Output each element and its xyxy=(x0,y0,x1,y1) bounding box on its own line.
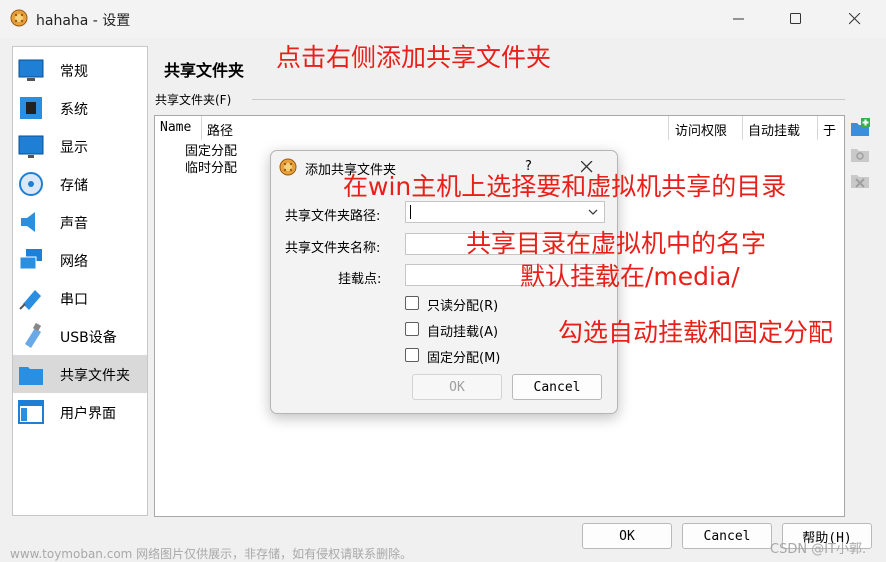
tree-row-transient[interactable]: 临时分配 xyxy=(185,157,237,176)
network-icon xyxy=(19,249,42,270)
settings-sidebar: 常规 系统 显示 存储 声音 网络 串口 USB设备 共享文件夹 用户界面 xyxy=(12,46,148,516)
usb-icon xyxy=(25,322,42,348)
window-title: hahaha - 设置 xyxy=(36,13,131,29)
page-title: 共享文件夹 xyxy=(164,61,245,80)
sidebar-item-general[interactable]: 常规 xyxy=(13,51,147,89)
column-header-access[interactable]: 访问权限 xyxy=(675,120,727,139)
serial-port-icon xyxy=(19,290,41,310)
ok-button[interactable]: OK xyxy=(582,523,672,549)
sidebar-item-system[interactable]: 系统 xyxy=(13,89,147,127)
column-separator xyxy=(817,116,818,140)
speaker-icon xyxy=(21,212,35,232)
window-layout-icon xyxy=(18,400,44,424)
column-header-path[interactable]: 路径 xyxy=(207,120,233,139)
dialog-ok-button[interactable]: OK xyxy=(412,374,502,400)
folder-path-label: 共享文件夹路径: xyxy=(285,209,381,224)
disc-icon xyxy=(19,172,43,196)
annotation-mount-point: 默认挂载在/media/ xyxy=(520,262,740,291)
close-icon xyxy=(849,13,861,25)
folder-path-combobox[interactable] xyxy=(405,201,605,223)
folder-name-label: 共享文件夹名称: xyxy=(285,241,381,256)
sidebar-item-storage[interactable]: 存储 xyxy=(13,165,147,203)
annotation-add-folder: 点击右侧添加共享文件夹 xyxy=(276,43,552,72)
readonly-checkbox[interactable] xyxy=(405,296,419,310)
minimize-icon xyxy=(733,18,744,20)
sidebar-item-label: 共享文件夹 xyxy=(60,368,130,384)
column-separator xyxy=(668,116,669,140)
sidebar-item-user-interface[interactable]: 用户界面 xyxy=(13,393,147,431)
chip-icon xyxy=(20,97,42,119)
text-cursor xyxy=(410,205,411,219)
sidebar-item-label: 网络 xyxy=(60,254,88,270)
automount-checkbox[interactable] xyxy=(405,322,419,336)
readonly-label: 只读分配(R) xyxy=(427,299,499,314)
column-separator xyxy=(742,116,743,140)
group-divider xyxy=(252,99,845,100)
virtualbox-app-icon xyxy=(10,9,28,27)
close-window-button[interactable] xyxy=(832,0,878,38)
annotation-check-options: 勾选自动挂载和固定分配 xyxy=(558,318,834,347)
sidebar-item-network[interactable]: 网络 xyxy=(13,241,147,279)
mount-point-label: 挂载点: xyxy=(338,272,382,287)
add-shared-folder-icon[interactable] xyxy=(849,117,871,139)
annotation-select-host-dir: 在win主机上选择要和虚拟机共享的目录 xyxy=(343,172,787,201)
dialog-cancel-button[interactable]: Cancel xyxy=(512,374,602,400)
folder-icon xyxy=(19,367,43,385)
sidebar-item-shared-folders[interactable]: 共享文件夹 xyxy=(13,355,147,393)
sidebar-item-serial-ports[interactable]: 串口 xyxy=(13,279,147,317)
sidebar-item-label: USB设备 xyxy=(60,330,117,346)
maximize-button[interactable] xyxy=(773,0,819,38)
virtualbox-app-icon xyxy=(279,158,297,176)
column-separator xyxy=(201,116,202,140)
permanent-label: 固定分配(M) xyxy=(427,351,501,366)
sidebar-item-usb[interactable]: USB设备 xyxy=(13,317,147,355)
automount-label: 自动挂载(A) xyxy=(427,325,499,340)
sidebar-item-label: 声音 xyxy=(60,216,88,232)
sidebar-item-label: 用户界面 xyxy=(60,406,116,422)
monitor-icon xyxy=(18,59,44,81)
display-icon xyxy=(18,135,44,158)
sidebar-item-label: 系统 xyxy=(60,102,88,118)
watermark-right: CSDN @IT小郭. xyxy=(770,542,867,557)
sidebar-item-label: 显示 xyxy=(60,140,88,156)
column-header-automount[interactable]: 自动挂载 xyxy=(748,120,800,139)
sidebar-item-audio[interactable]: 声音 xyxy=(13,203,147,241)
column-header-at[interactable]: 于 xyxy=(823,120,836,139)
sidebar-item-label: 串口 xyxy=(60,292,88,308)
edit-shared-folder-icon[interactable] xyxy=(849,143,871,165)
sidebar-item-display[interactable]: 显示 xyxy=(13,127,147,165)
permanent-checkbox[interactable] xyxy=(405,348,419,362)
sidebar-item-label: 存储 xyxy=(60,178,88,194)
annotation-folder-name: 共享目录在虚拟机中的名字 xyxy=(466,229,767,258)
chevron-down-icon xyxy=(588,209,598,215)
watermark-left: www.toymoban.com 网络图片仅供展示，非存储，如有侵权请联系删除。 xyxy=(10,547,413,561)
sidebar-item-label: 常规 xyxy=(60,64,88,80)
cancel-button[interactable]: Cancel xyxy=(682,523,772,549)
remove-shared-folder-icon[interactable] xyxy=(849,169,871,191)
maximize-icon xyxy=(790,13,801,24)
minimize-button[interactable] xyxy=(716,0,762,38)
column-header-name[interactable]: Name xyxy=(160,120,191,135)
shared-folders-group-label: 共享文件夹(F) xyxy=(155,93,232,107)
